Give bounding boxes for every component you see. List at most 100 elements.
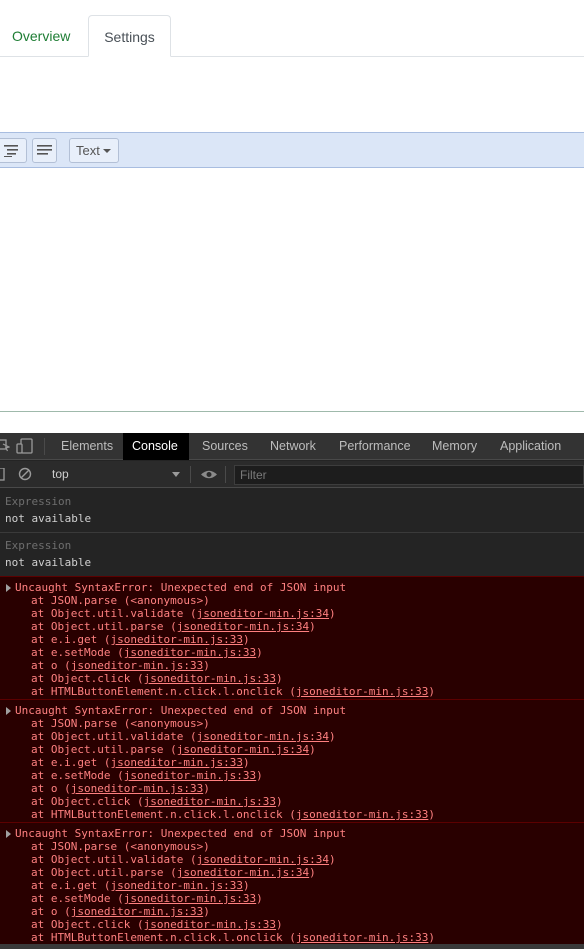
stack-frame: at Object.util.validate (jsoneditor-min.…	[31, 853, 336, 866]
stack-frame-text: at Object.util.validate (	[31, 607, 197, 620]
stack-frame: at HTMLButtonElement.n.click.l.onclick (…	[31, 808, 435, 821]
live-expression[interactable]: Expression not available	[0, 533, 584, 577]
format-icon	[4, 145, 18, 157]
source-link[interactable]: jsoneditor-min.js:33	[296, 685, 428, 698]
stack-frame: at Object.util.validate (jsoneditor-min.…	[31, 730, 336, 743]
stack-frame-text: at o (	[31, 659, 71, 672]
source-link[interactable]: jsoneditor-min.js:33	[296, 931, 428, 944]
source-link[interactable]: jsoneditor-min.js:34	[177, 743, 309, 756]
stack-frame-suffix: )	[309, 743, 316, 756]
stack-frame: at HTMLButtonElement.n.click.l.onclick (…	[31, 685, 435, 698]
chevron-down-icon	[103, 149, 111, 153]
stack-frame-text: at HTMLButtonElement.n.click.l.onclick (	[31, 808, 296, 821]
stack-frame: at e.setMode (jsoneditor-min.js:33)	[31, 892, 263, 905]
stack-frame-suffix: )	[242, 879, 250, 892]
context-selector[interactable]: top	[46, 465, 186, 484]
console-error[interactable]: Uncaught SyntaxError: Unexpected end of …	[0, 699, 584, 822]
source-link[interactable]: jsoneditor-min.js:33	[296, 808, 428, 821]
tab-network[interactable]: Network	[261, 433, 325, 460]
source-link[interactable]: jsoneditor-min.js:34	[177, 620, 309, 633]
stack-frame-text: at o (	[31, 782, 71, 795]
source-link[interactable]: jsoneditor-min.js:34	[177, 866, 309, 879]
stack-frame: at Object.click (jsoneditor-min.js:33)	[31, 672, 283, 685]
tab-console[interactable]: Console	[123, 433, 189, 460]
source-link[interactable]: jsoneditor-min.js:33	[71, 659, 203, 672]
stack-frame-text: at JSON.parse (<anonymous>)	[31, 594, 210, 607]
source-link[interactable]: jsoneditor-min.js:33	[110, 633, 242, 646]
expand-triangle-icon[interactable]	[6, 830, 11, 838]
format-button[interactable]	[0, 138, 27, 163]
page-tabs: Overview Settings	[0, 0, 584, 57]
tab-performance[interactable]: Performance	[330, 433, 420, 460]
source-link[interactable]: jsoneditor-min.js:33	[124, 646, 256, 659]
tab-elements[interactable]: Elements	[52, 433, 122, 460]
stack-frame-suffix: )	[256, 646, 263, 659]
source-link[interactable]: jsoneditor-min.js:34	[197, 853, 329, 866]
error-message: Uncaught SyntaxError: Unexpected end of …	[15, 704, 347, 717]
error-message: Uncaught SyntaxError: Unexpected end of …	[15, 581, 347, 594]
stack-frame-text: at e.setMode (	[31, 769, 124, 782]
source-link[interactable]: jsoneditor-min.js:33	[144, 672, 276, 685]
stack-frame-text: at Object.util.parse (	[31, 743, 177, 756]
source-link[interactable]: jsoneditor-min.js:33	[71, 905, 203, 918]
devtools-bottom-edge	[0, 944, 584, 949]
stack-frame-suffix: )	[329, 730, 336, 743]
mode-dropdown[interactable]: Text	[69, 138, 119, 163]
context-label: top	[52, 467, 69, 481]
stack-frame-text: at JSON.parse (<anonymous>)	[31, 717, 210, 730]
source-link[interactable]: jsoneditor-min.js:33	[124, 769, 256, 782]
source-link[interactable]: jsoneditor-min.js:33	[71, 782, 203, 795]
live-expression[interactable]: Expression not available	[0, 489, 584, 533]
expression-value: not available	[5, 512, 92, 525]
source-link[interactable]: jsoneditor-min.js:33	[110, 879, 242, 892]
stack-frame-suffix: )	[242, 633, 250, 646]
device-toolbar-icon[interactable]	[16, 438, 34, 454]
stack-frame-text: at Object.util.parse (	[31, 866, 177, 879]
stack-frame: at HTMLButtonElement.n.click.l.onclick (…	[31, 931, 435, 944]
chevron-down-icon	[172, 472, 180, 477]
expression-label: Expression	[5, 495, 72, 508]
stack-frame-suffix: )	[203, 659, 210, 672]
stack-frame-text: at Object.click (	[31, 672, 144, 685]
stack-frame-text: at JSON.parse (<anonymous>)	[31, 840, 210, 853]
tab-sources[interactable]: Sources	[193, 433, 257, 460]
tab-overview[interactable]: Overview	[0, 15, 82, 57]
console-filterbar: top Filter	[0, 461, 584, 488]
stack-frame-text: at e.i.get (	[31, 879, 111, 892]
stack-frame-suffix: )	[242, 756, 250, 769]
toolbar-divider	[44, 438, 45, 455]
stack-frame-text: at Object.click (	[31, 795, 144, 808]
source-link[interactable]: jsoneditor-min.js:33	[144, 795, 276, 808]
stack-frame-suffix: )	[276, 918, 283, 931]
expand-triangle-icon[interactable]	[6, 707, 11, 715]
compact-icon	[37, 145, 52, 155]
expand-triangle-icon[interactable]	[6, 584, 11, 592]
stack-frame-text: at o (	[31, 905, 71, 918]
source-link[interactable]: jsoneditor-min.js:33	[110, 756, 242, 769]
compact-button[interactable]	[32, 138, 57, 163]
stack-frame: at o (jsoneditor-min.js:33)	[31, 782, 210, 795]
console-filter-input[interactable]: Filter	[234, 465, 584, 485]
stack-frame: at e.i.get (jsoneditor-min.js:33)	[31, 756, 250, 769]
eye-icon[interactable]	[200, 469, 218, 480]
inspect-element-icon[interactable]	[0, 438, 10, 454]
stack-frame-text: at Object.util.validate (	[31, 730, 197, 743]
source-link[interactable]: jsoneditor-min.js:34	[197, 607, 329, 620]
stack-frame: at JSON.parse (<anonymous>)	[31, 717, 210, 730]
console-error[interactable]: Uncaught SyntaxError: Unexpected end of …	[0, 822, 584, 945]
source-link[interactable]: jsoneditor-min.js:33	[124, 892, 256, 905]
tab-settings[interactable]: Settings	[88, 15, 171, 57]
source-link[interactable]: jsoneditor-min.js:34	[197, 730, 329, 743]
clear-console-icon[interactable]	[18, 467, 32, 481]
stack-frame-suffix: )	[203, 905, 210, 918]
tab-memory[interactable]: Memory	[423, 433, 486, 460]
stack-frame-text: at Object.click (	[31, 918, 144, 931]
sidebar-toggle-icon[interactable]	[0, 468, 6, 481]
devtools-panel: Elements Console Sources Network Perform…	[0, 433, 584, 949]
stack-frame-suffix: )	[276, 795, 283, 808]
stack-frame-suffix: )	[309, 620, 316, 633]
tab-application[interactable]: Application	[491, 433, 570, 460]
toolbar-divider	[225, 466, 226, 483]
console-error[interactable]: Uncaught SyntaxError: Unexpected end of …	[0, 576, 584, 699]
source-link[interactable]: jsoneditor-min.js:33	[144, 918, 276, 931]
